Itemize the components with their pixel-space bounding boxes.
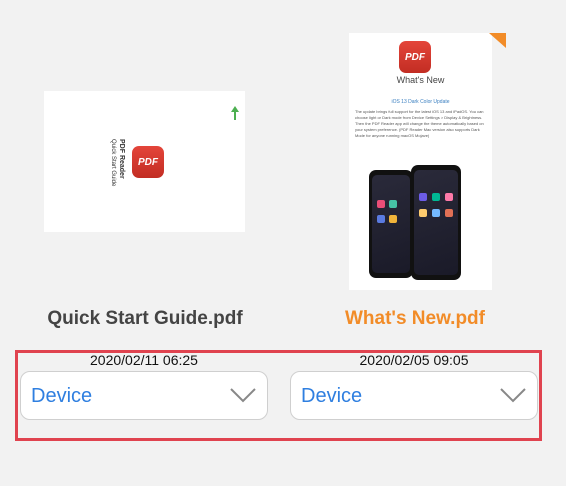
thumbnail-page: PDF PDF Reader Quick Start Guide: [44, 91, 245, 232]
unread-marker: [489, 33, 506, 48]
file-name-quick-start[interactable]: Quick Start Guide.pdf: [20, 308, 270, 330]
pdf-app-icon: PDF: [132, 146, 164, 178]
pdf-app-icon: PDF: [399, 41, 431, 73]
thumbnail-subtitle: Quick Start Guide: [110, 139, 116, 187]
location-dropdown-quick-start[interactable]: Device: [20, 371, 268, 420]
thumbnail-title: What's New: [396, 75, 445, 85]
location-dropdown-whats-new[interactable]: Device: [290, 371, 538, 420]
thumbnail-title: PDF Reader: [118, 139, 125, 179]
chevron-down-icon: [500, 388, 526, 403]
dropdown-value: Device: [301, 385, 363, 407]
file-timestamp: 2020/02/05 09:05: [359, 352, 469, 368]
chevron-down-icon: [230, 388, 256, 403]
pdf-badge-text: PDF: [138, 156, 158, 168]
file-thumbnail-quick-start[interactable]: PDF PDF Reader Quick Start Guide: [44, 91, 245, 232]
thumbnail-body-text: The update brings full support for the l…: [355, 109, 484, 138]
phone-mockup-left: [369, 170, 413, 278]
file-name-whats-new[interactable]: What's New.pdf: [290, 308, 540, 330]
file-timestamp: 2020/02/11 06:25: [90, 352, 198, 368]
file-thumbnail-whats-new[interactable]: PDF What's New iOS 13 Dark Color Update …: [349, 33, 492, 290]
phone-mockup-right: [411, 165, 461, 280]
pdf-badge-text: PDF: [405, 51, 425, 63]
dropdown-value: Device: [31, 385, 93, 407]
logo-icon: [231, 106, 239, 120]
thumbnail-subtitle: iOS 13 Dark Color Update: [391, 99, 450, 105]
